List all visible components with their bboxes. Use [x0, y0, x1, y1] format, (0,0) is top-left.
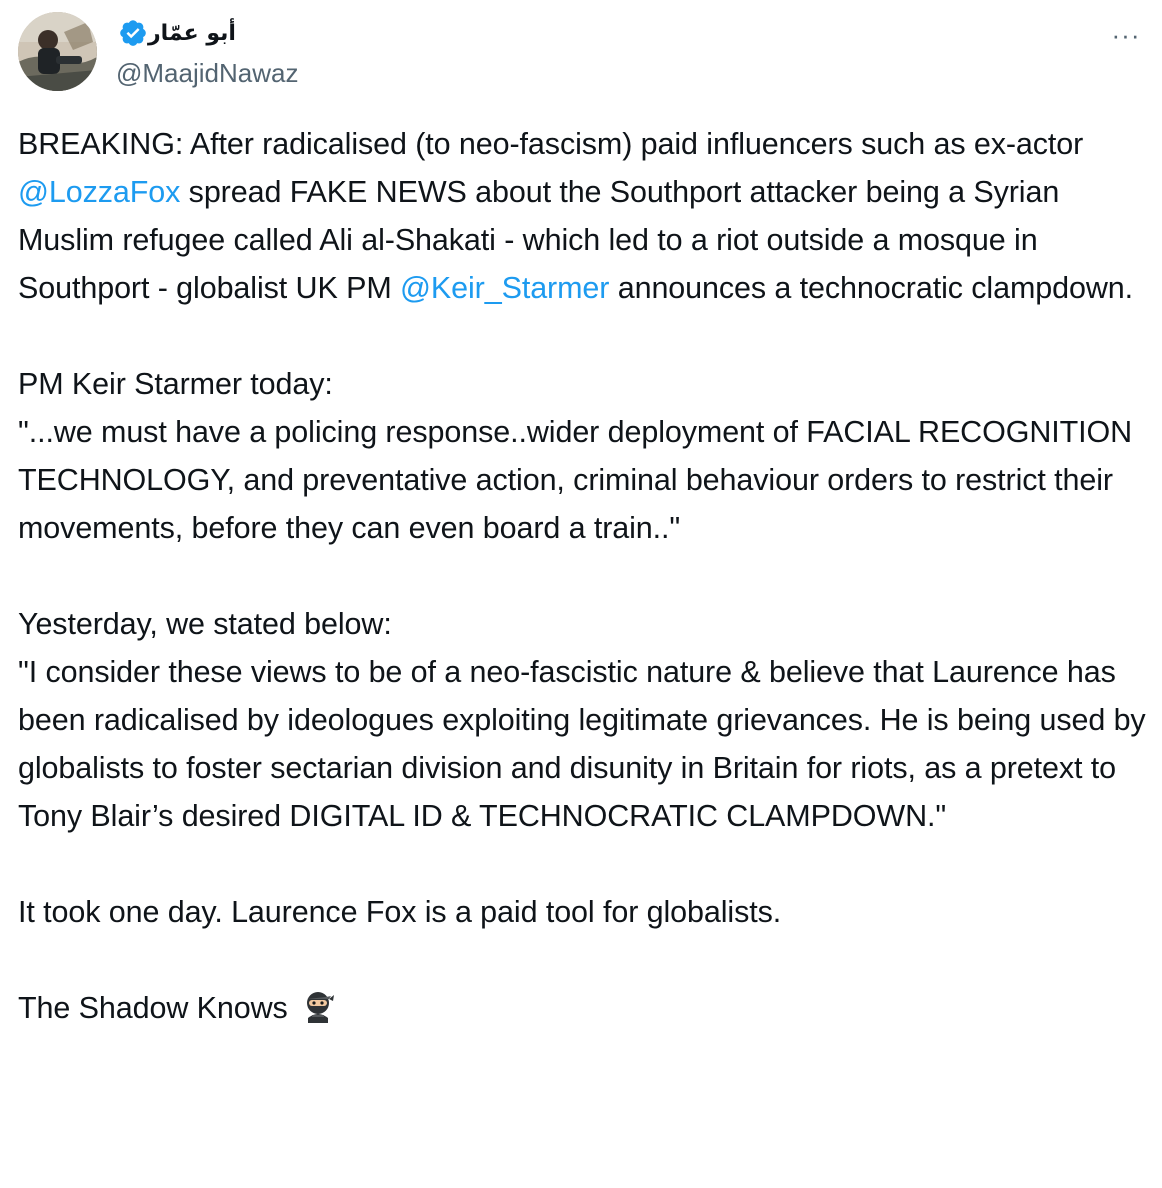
author-handle[interactable]: @MaajidNawaz — [116, 58, 298, 88]
tweet-text: BREAKING: After radicalised (to neo-fasc… — [18, 120, 1158, 1032]
display-name[interactable]: أبو عمّار — [148, 21, 236, 46]
tweet-header: أبو عمّار @MaajidNawaz ··· — [18, 12, 1148, 94]
tweet-paragraph-3-heading: Yesterday, we stated below: — [18, 607, 392, 641]
tweet: أبو عمّار @MaajidNawaz ··· BREAKING: Aft… — [0, 0, 1162, 1188]
display-name-row: أبو عمّار — [116, 16, 298, 50]
tweet-paragraph-1: BREAKING: After radicalised (to neo-fasc… — [18, 120, 1158, 312]
text-segment: BREAKING: After radicalised (to neo-fasc… — [18, 127, 1084, 161]
text-segment: announces a technocratic clampdown. — [609, 271, 1134, 305]
tweet-paragraph-3-quote: "I consider these views to be of a neo-f… — [18, 655, 1146, 833]
tweet-paragraph-5: The Shadow Knows — [18, 984, 1158, 1032]
avatar[interactable] — [18, 12, 97, 91]
ninja-emoji-icon — [300, 988, 336, 1024]
author-names: أبو عمّار @MaajidNawaz — [116, 16, 298, 88]
tweet-paragraph-2-heading: PM Keir Starmer today: — [18, 367, 333, 401]
more-options-button[interactable]: ··· — [1106, 18, 1146, 52]
mention-lozzafox[interactable]: @LozzaFox — [18, 175, 180, 209]
verified-badge-icon[interactable] — [118, 18, 148, 48]
mention-keir-starmer[interactable]: @Keir_Starmer — [400, 271, 609, 305]
more-horizontal-icon: ··· — [1111, 19, 1141, 50]
tweet-paragraph-4: It took one day. Laurence Fox is a paid … — [18, 895, 782, 929]
tweet-paragraph-2-quote: "...we must have a policing response..wi… — [18, 415, 1133, 545]
text-segment: The Shadow Knows — [18, 991, 288, 1025]
